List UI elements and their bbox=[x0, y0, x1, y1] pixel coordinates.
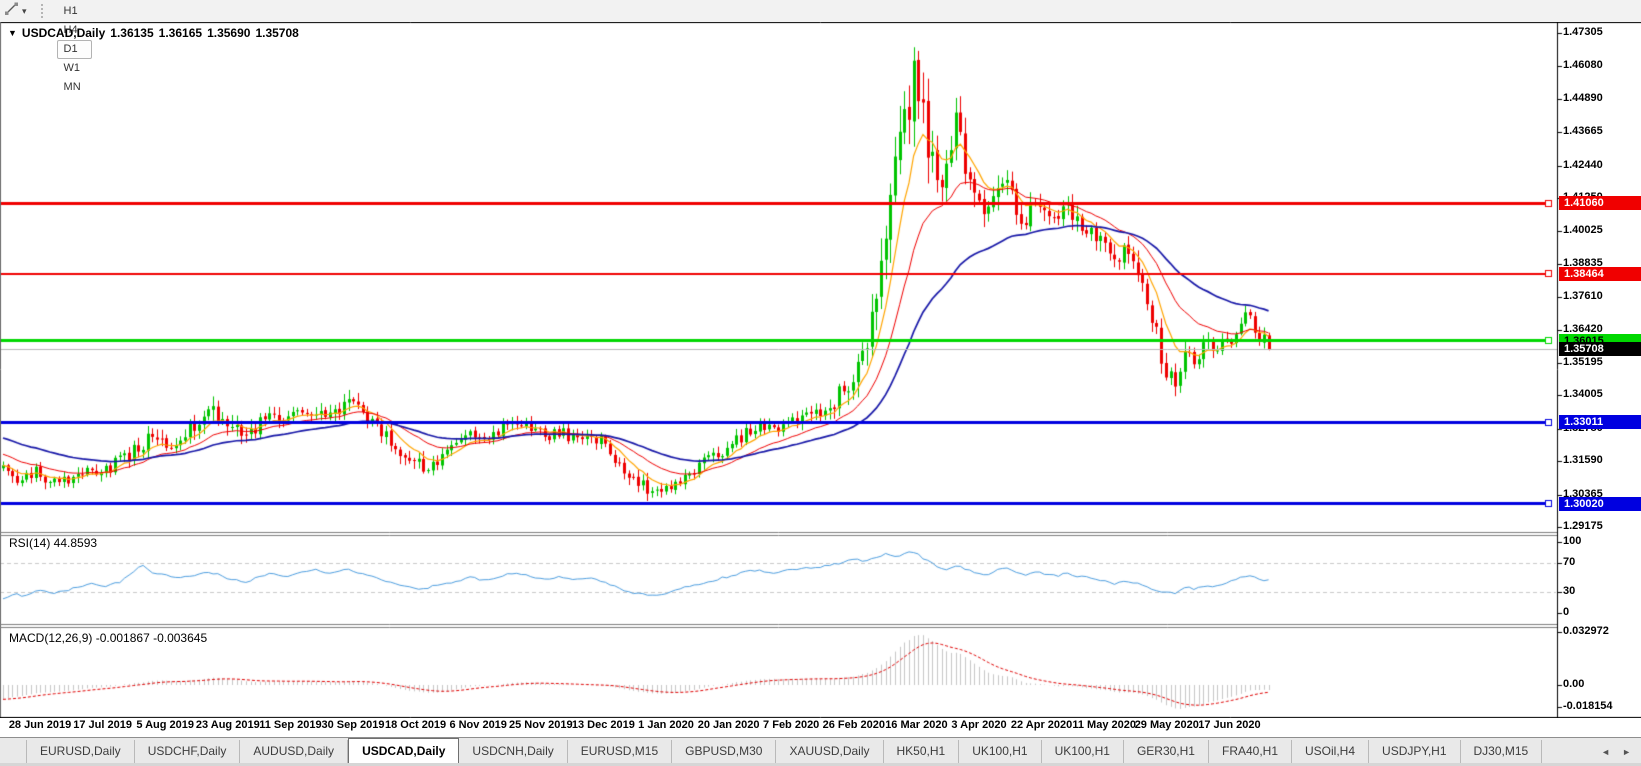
chart-tab-usdcnh-daily[interactable]: USDCNH,Daily bbox=[459, 740, 567, 763]
rsi-axis-tick: 30 bbox=[1563, 585, 1639, 598]
price-axis-tick: 1.44890 bbox=[1563, 92, 1639, 105]
chart-tab-usoil-h4[interactable]: USOil,H4 bbox=[1292, 740, 1369, 763]
rsi-axis-tick: 0 bbox=[1563, 606, 1639, 619]
bid-price-label: 1.35708 bbox=[1559, 342, 1641, 356]
price-axis-tick: 1.37610 bbox=[1563, 290, 1639, 303]
toolbar-drag-handle[interactable] bbox=[41, 4, 47, 18]
chevron-down-icon: ▾ bbox=[22, 6, 27, 17]
timeframe-button-mn[interactable]: MN bbox=[57, 78, 92, 97]
price-axis-tick: 1.43665 bbox=[1563, 125, 1639, 138]
chart-tab-fra40-h1[interactable]: FRA40,H1 bbox=[1209, 740, 1292, 763]
ohlc-low: 1.35690 bbox=[207, 26, 250, 40]
timeframe-toolbar: ▾ M1M5M15M30H1H4D1W1MN bbox=[0, 0, 1641, 22]
rsi-axis-tick: 70 bbox=[1563, 556, 1639, 569]
tab-scroll-right-icon[interactable]: ► bbox=[1622, 747, 1631, 757]
chart-tab-usdcad-daily[interactable]: USDCAD,Daily bbox=[348, 738, 459, 763]
level-price-label: 1.33011 bbox=[1559, 415, 1641, 429]
macd-indicator-label: MACD(12,26,9) -0.001867 -0.003645 bbox=[9, 631, 207, 645]
symbol-dropdown-icon[interactable]: ▼ bbox=[8, 28, 17, 38]
timeframe-button-h4[interactable]: H4 bbox=[57, 21, 92, 40]
chart-tab-xauusd-daily[interactable]: XAUUSD,Daily bbox=[776, 740, 883, 763]
level-price-label: 1.41060 bbox=[1559, 196, 1641, 210]
rsi-indicator-label: RSI(14) 44.8593 bbox=[9, 536, 97, 550]
chart-tab-uk100-h1[interactable]: UK100,H1 bbox=[1042, 740, 1124, 763]
price-axis-tick: 1.29175 bbox=[1563, 520, 1639, 533]
price-axis-tick: 1.35195 bbox=[1563, 356, 1639, 369]
chart-title: ▼USDCAD,Daily1.361351.361651.356901.3570… bbox=[8, 26, 299, 40]
trendline-tool-icon bbox=[4, 2, 19, 21]
price-axis-tick: 1.40025 bbox=[1563, 224, 1639, 237]
price-axis-tick: 1.42440 bbox=[1563, 159, 1639, 172]
level-price-label: 1.30020 bbox=[1559, 497, 1641, 511]
ohlc-open: 1.36135 bbox=[110, 26, 153, 40]
chart-tab-dj30-m15[interactable]: DJ30,M15 bbox=[1461, 740, 1543, 763]
tab-scroll-left-icon[interactable]: ◄ bbox=[1601, 747, 1610, 757]
timeframe-buttons: M1M5M15M30H1H4D1W1MN bbox=[55, 0, 94, 97]
chart-tab-bar: EURUSD,DailyUSDCHF,DailyAUDUSD,DailyUSDC… bbox=[0, 737, 1641, 763]
macd-axis-tick: -0.018154 bbox=[1563, 700, 1639, 713]
date-axis-label: 17 Jun 2020 bbox=[1186, 719, 1272, 731]
chart-tab-uk100-h1[interactable]: UK100,H1 bbox=[959, 740, 1041, 763]
timeframe-button-w1[interactable]: W1 bbox=[57, 59, 92, 78]
chart-tab-hk50-h1[interactable]: HK50,H1 bbox=[884, 740, 960, 763]
macd-axis-tick: 0.032972 bbox=[1563, 625, 1639, 638]
price-axis-tick: 1.34005 bbox=[1563, 388, 1639, 401]
rsi-axis-tick: 100 bbox=[1563, 535, 1639, 548]
chart-tab-gbpusd-m30[interactable]: GBPUSD,M30 bbox=[672, 740, 776, 763]
macd-axis-tick: 0.00 bbox=[1563, 678, 1639, 691]
level-price-label: 1.38464 bbox=[1559, 267, 1641, 281]
chart-canvas[interactable] bbox=[0, 22, 1641, 718]
chart-tab-ger30-h1[interactable]: GER30,H1 bbox=[1124, 740, 1209, 763]
ohlc-close: 1.35708 bbox=[255, 26, 298, 40]
timeframe-button-d1[interactable]: D1 bbox=[57, 40, 92, 59]
tab-scroll-arrows: ◄► bbox=[1601, 747, 1631, 763]
chart-tab-usdchf-daily[interactable]: USDCHF,Daily bbox=[135, 740, 241, 763]
timeframe-button-h1[interactable]: H1 bbox=[57, 2, 92, 21]
drawing-tool-button[interactable]: ▾ bbox=[0, 2, 31, 21]
chart-tab-eurusd-daily[interactable]: EURUSD,Daily bbox=[26, 740, 135, 763]
price-axis-tick: 1.31590 bbox=[1563, 454, 1639, 467]
chart-tab-audusd-daily[interactable]: AUDUSD,Daily bbox=[240, 740, 348, 763]
chart-tab-usdjpy-h1[interactable]: USDJPY,H1 bbox=[1369, 740, 1460, 763]
price-axis-tick: 1.46080 bbox=[1563, 59, 1639, 72]
price-axis-tick: 1.47305 bbox=[1563, 26, 1639, 39]
mt4-window: ▾ M1M5M15M30H1H4D1W1MN ▼ USDCAD,Daily 1.36… bbox=[0, 0, 1641, 766]
ohlc-high: 1.36165 bbox=[159, 26, 202, 40]
chart-tab-eurusd-m15[interactable]: EURUSD,M15 bbox=[568, 740, 672, 763]
